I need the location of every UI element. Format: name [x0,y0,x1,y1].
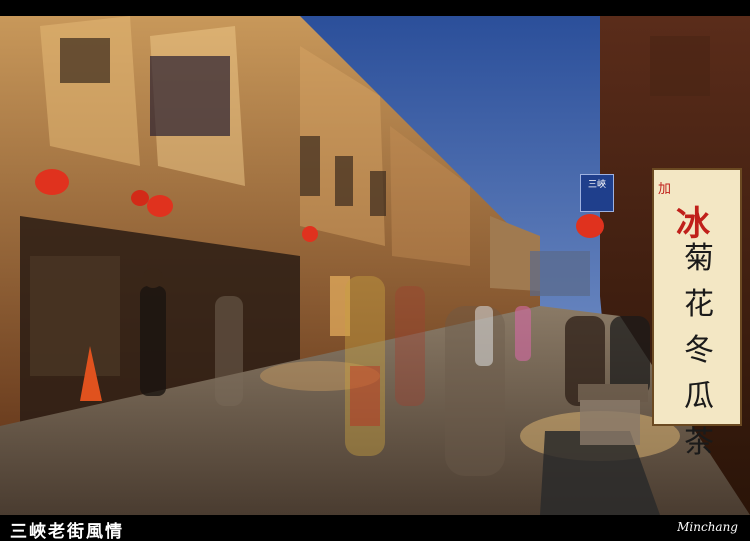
street-scene [0,16,750,515]
caption-bar: 三峽老街風情 Minchang [0,515,750,541]
tea-shop-sign: 加 冰 菊花冬瓜茶 [652,168,742,460]
photographer-signature: Minchang [677,520,738,534]
lantern [147,195,173,217]
photo-frame: 三峽 加 冰 菊花冬瓜茶 三峽老街風情 Minchang [0,0,750,541]
sign-char: 冬 [684,333,714,368]
lantern [302,226,318,242]
blue-shop-sign: 三峽 [580,174,614,212]
lantern [576,214,604,238]
sign-small-text: 加 [658,182,672,197]
caption-title: 三峽老街風情 [10,522,124,541]
blue-sign-text: 三峽 [587,180,606,190]
sign-char: 花 [684,287,714,322]
lantern [35,169,69,195]
lantern [131,190,149,206]
sign-column-text: 菊花冬瓜茶 [660,236,738,466]
street-photo: 三峽 [0,16,750,515]
sign-char: 瓜 [684,379,714,414]
sign-char: 菊 [684,241,714,276]
sign-char: 茶 [684,425,714,460]
